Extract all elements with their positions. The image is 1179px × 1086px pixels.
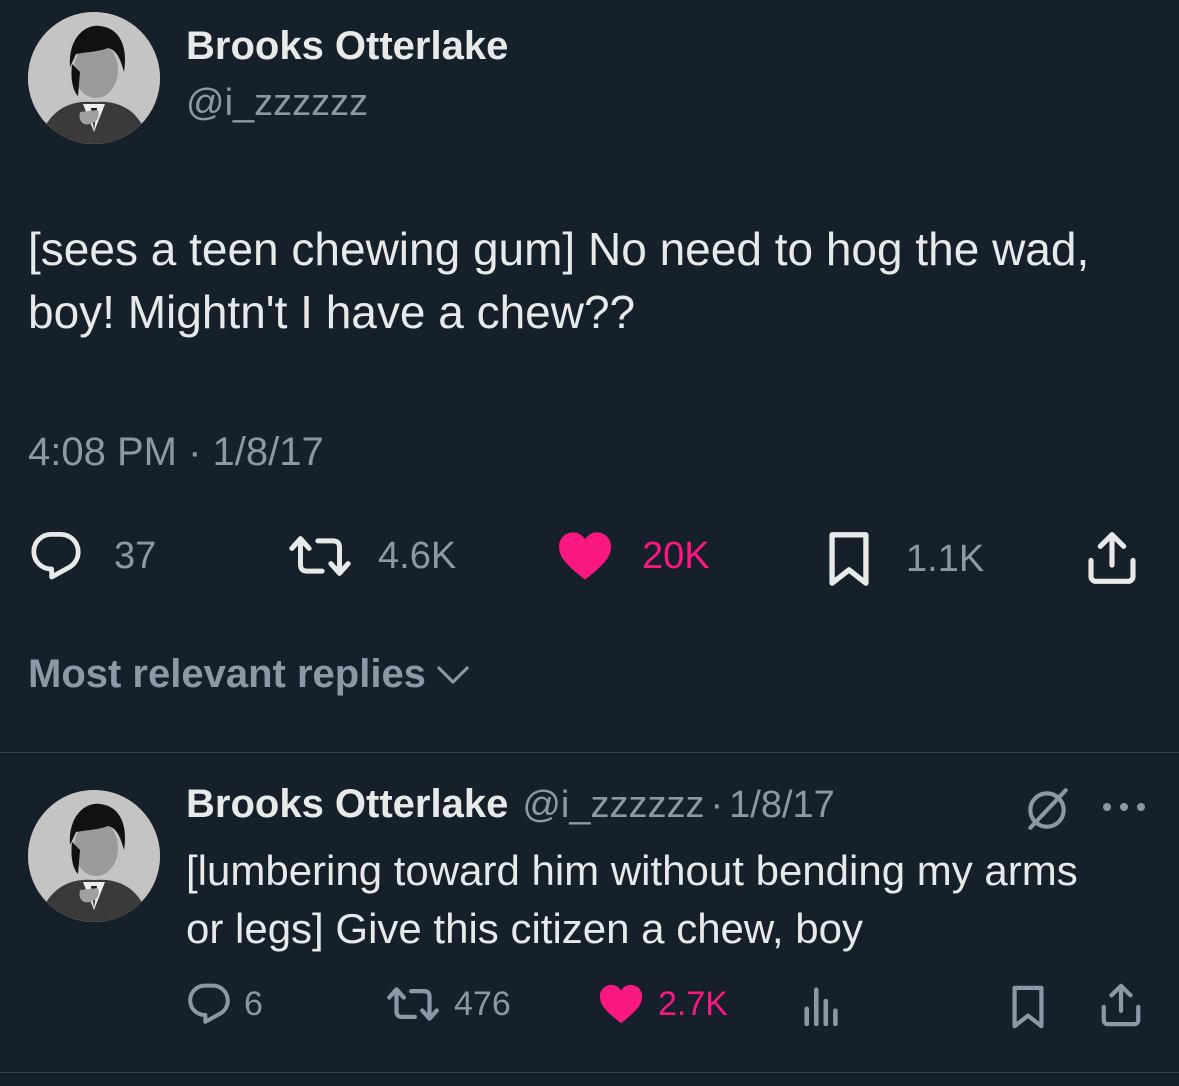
bookmark-button[interactable]: 1.1K bbox=[826, 530, 984, 588]
more-icon bbox=[1103, 803, 1145, 811]
reply-separator: · bbox=[710, 784, 724, 826]
grok-icon bbox=[1028, 788, 1068, 830]
divider bbox=[0, 752, 1179, 753]
retweet-button[interactable]: 4.6K bbox=[286, 530, 456, 582]
reply-author-handle[interactable]: @i_zzzzzz bbox=[522, 784, 704, 827]
reply-reply-button[interactable]: 6 bbox=[186, 982, 263, 1026]
replies-sort-dropdown[interactable]: Most relevant replies bbox=[28, 652, 470, 697]
reply-text: [lumbering toward him without bending my… bbox=[186, 847, 1078, 952]
avatar-image bbox=[28, 790, 160, 922]
reply-like-count: 2.7K bbox=[658, 984, 728, 1023]
share-icon bbox=[1101, 983, 1141, 1027]
heart-icon bbox=[599, 984, 643, 1024]
avatar[interactable] bbox=[28, 12, 160, 144]
reply-bookmark-button[interactable] bbox=[1010, 984, 1046, 1030]
more-button[interactable] bbox=[1100, 800, 1148, 819]
like-button[interactable]: 20K bbox=[556, 530, 710, 582]
bookmark-count: 1.1K bbox=[906, 537, 985, 580]
retweet-count: 4.6K bbox=[378, 534, 457, 577]
reply-icon bbox=[188, 983, 230, 1024]
reply-share-button[interactable] bbox=[1098, 982, 1144, 1028]
reply-avatar[interactable] bbox=[28, 790, 160, 922]
divider bbox=[0, 1072, 1179, 1073]
tweet-text: [sees a teen chewing gum] No need to hog… bbox=[28, 223, 1090, 338]
bookmark-icon bbox=[829, 532, 869, 586]
reply-header: Brooks Otterlake @i_zzzzzz · 1/8/17 bbox=[186, 782, 835, 827]
chevron-down-icon bbox=[437, 665, 469, 684]
bookmark-icon bbox=[1012, 985, 1044, 1029]
reply-retweet-button[interactable]: 476 bbox=[384, 982, 511, 1026]
author-name[interactable]: Brooks Otterlake bbox=[186, 24, 508, 69]
retweet-icon bbox=[387, 987, 439, 1021]
reply-icon bbox=[31, 531, 81, 580]
tweet-timestamp[interactable]: 4:08 PM · 1/8/17 bbox=[28, 430, 324, 475]
grok-button[interactable] bbox=[1022, 784, 1072, 839]
reply-retweet-count: 476 bbox=[454, 984, 511, 1023]
replies-sort-label: Most relevant replies bbox=[28, 652, 426, 696]
analytics-icon bbox=[804, 987, 838, 1026]
reply-date[interactable]: 1/8/17 bbox=[729, 784, 835, 827]
share-button[interactable] bbox=[1084, 530, 1140, 586]
reply-analytics-button[interactable] bbox=[802, 984, 842, 1026]
author-handle[interactable]: @i_zzzzzz bbox=[186, 82, 368, 125]
reply-like-button[interactable]: 2.7K bbox=[598, 982, 728, 1026]
like-count: 20K bbox=[642, 534, 710, 577]
share-icon bbox=[1088, 532, 1136, 584]
reply-count: 37 bbox=[114, 534, 157, 577]
reply-reply-count: 6 bbox=[244, 984, 263, 1023]
avatar-image bbox=[28, 12, 160, 144]
reply-author-name[interactable]: Brooks Otterlake bbox=[186, 782, 508, 827]
reply-button[interactable]: 37 bbox=[28, 530, 156, 582]
retweet-icon bbox=[289, 536, 351, 576]
heart-icon bbox=[559, 532, 611, 580]
